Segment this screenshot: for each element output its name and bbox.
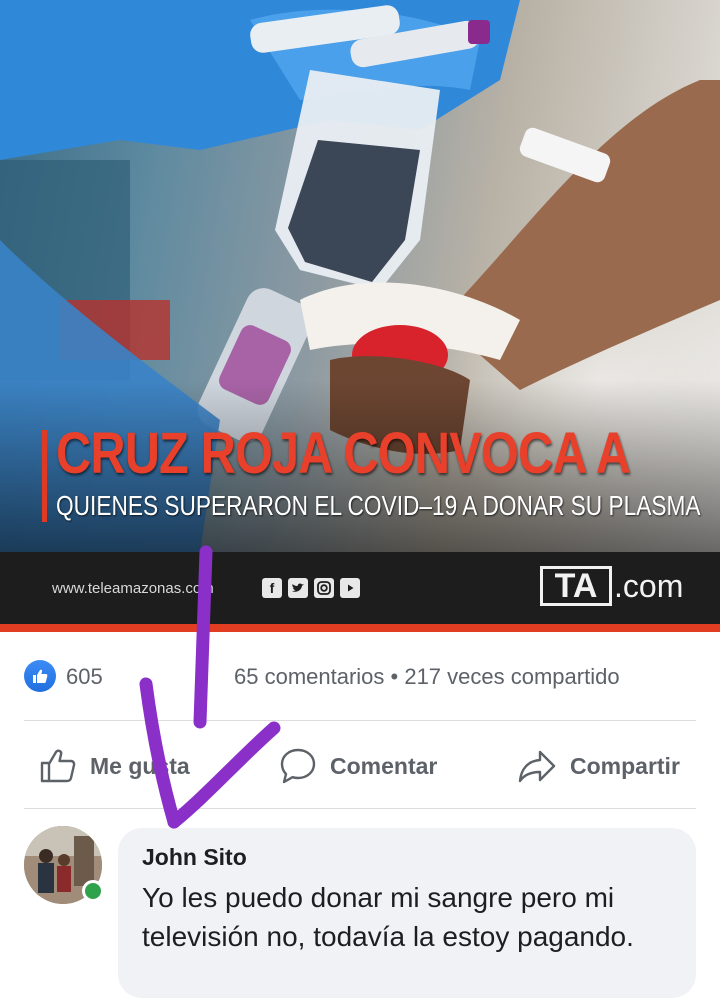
like-count[interactable]: 605 bbox=[66, 664, 103, 690]
reactions-summary: 605 65 comentarios • 217 veces compartid… bbox=[0, 656, 720, 696]
share-button-label: Compartir bbox=[570, 752, 680, 779]
comment-button[interactable]: Comentar bbox=[278, 746, 437, 786]
logo-suffix: .com bbox=[614, 567, 684, 604]
share-arrow-icon bbox=[518, 750, 556, 783]
like-button-label: Me gusta bbox=[90, 752, 190, 779]
facebook-icon: f bbox=[262, 578, 282, 598]
thumbs-up-icon bbox=[40, 749, 76, 783]
divider bbox=[24, 808, 696, 809]
headline-subtitle: QUIENES SUPERARON EL COVID–19 A DONAR SU… bbox=[56, 490, 701, 521]
share-button[interactable]: Compartir bbox=[516, 746, 680, 786]
headline-title: CRUZ ROJA CONVOCA A bbox=[56, 421, 631, 486]
teleamazonas-logo: TA .com bbox=[540, 566, 683, 606]
like-reaction-icon[interactable] bbox=[24, 660, 56, 692]
headline-accent-bar bbox=[42, 430, 47, 522]
comments-shares-count[interactable]: 65 comentarios • 217 veces compartido bbox=[234, 664, 620, 690]
like-button[interactable]: Me gusta bbox=[38, 746, 190, 786]
comment-bubble-icon bbox=[280, 748, 316, 784]
post-actions: Me gusta Comentar Compartir bbox=[0, 740, 720, 794]
twitter-icon bbox=[288, 578, 308, 598]
instagram-icon bbox=[314, 578, 334, 598]
brand-accent-stripe bbox=[0, 624, 720, 632]
comment-button-label: Comentar bbox=[330, 752, 438, 779]
comment-text: Yo les puedo donar mi sangre pero mi tel… bbox=[142, 882, 634, 952]
news-post-image[interactable]: CRUZ ROJA CONVOCA A QUIENES SUPERARON EL… bbox=[0, 0, 720, 632]
comment-bubble[interactable]: John Sito Yo les puedo donar mi sangre p… bbox=[118, 828, 696, 998]
youtube-icon bbox=[340, 578, 360, 598]
online-status-indicator bbox=[82, 880, 104, 902]
divider bbox=[24, 720, 696, 721]
logo-mark: TA bbox=[540, 566, 612, 606]
social-icons: f bbox=[262, 578, 360, 598]
comment-author[interactable]: John Sito bbox=[142, 844, 247, 871]
source-url: www.teleamazonas.com bbox=[52, 580, 214, 597]
